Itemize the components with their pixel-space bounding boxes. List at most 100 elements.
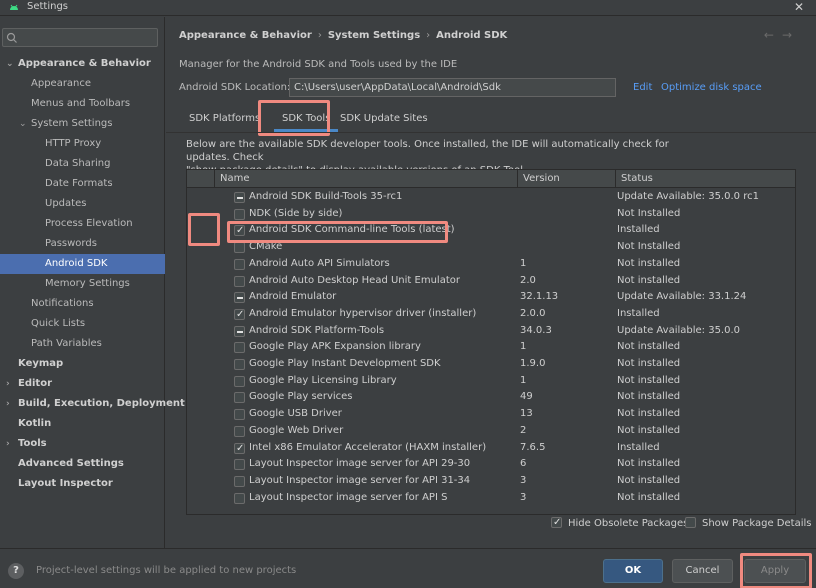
column-header-version[interactable]: Version bbox=[517, 170, 615, 188]
table-row[interactable]: Google Play services 49 Not installed bbox=[187, 389, 795, 406]
row-name: CMake bbox=[249, 241, 283, 253]
tree-item-system-settings[interactable]: ⌄ System Settings bbox=[0, 114, 165, 134]
chevron-right-icon: › bbox=[6, 379, 10, 389]
table-row[interactable]: Android Auto Desktop Head Unit Emulator 2… bbox=[187, 273, 795, 290]
forward-arrow-icon[interactable]: → bbox=[782, 28, 800, 42]
column-header-status[interactable]: Status bbox=[615, 170, 795, 188]
row-status: Not installed bbox=[617, 391, 681, 403]
row-checkbox[interactable] bbox=[234, 375, 245, 387]
table-row[interactable]: Android Emulator hypervisor driver (inst… bbox=[187, 306, 795, 323]
row-checkbox[interactable] bbox=[234, 441, 245, 457]
row-version: 1 bbox=[520, 341, 527, 353]
tree-item-appearance-behavior[interactable]: ⌄ Appearance & Behavior bbox=[0, 54, 165, 74]
row-checkbox[interactable] bbox=[234, 459, 245, 471]
show-package-details-option[interactable]: Show Package Details bbox=[685, 516, 811, 532]
row-checkbox[interactable] bbox=[234, 223, 245, 239]
hide-obsolete-checkbox[interactable] bbox=[551, 515, 562, 531]
tree-item-build-execution-deployment[interactable]: › Build, Execution, Deployment bbox=[0, 394, 185, 414]
tree-item-memory-settings[interactable]: Memory Settings bbox=[0, 274, 165, 294]
table-row[interactable]: Google USB Driver 13 Not installed bbox=[187, 406, 795, 423]
close-icon[interactable]: ✕ bbox=[794, 0, 804, 14]
tree-item-keymap[interactable]: Keymap bbox=[0, 354, 165, 374]
row-checkbox[interactable] bbox=[234, 325, 245, 337]
table-row[interactable]: Layout Inspector image server for API 29… bbox=[187, 456, 795, 473]
table-row[interactable]: Google Play APK Expansion library 1 Not in… bbox=[187, 339, 795, 356]
tree-item-data-sharing[interactable]: Data Sharing bbox=[0, 154, 165, 174]
tree-item-process-elevation[interactable]: Process Elevation bbox=[0, 214, 165, 234]
column-header-name[interactable]: Name bbox=[214, 170, 520, 188]
tree-item-date-formats[interactable]: Date Formats bbox=[0, 174, 165, 194]
row-name: NDK (Side by side) bbox=[249, 207, 343, 219]
row-checkbox[interactable] bbox=[234, 258, 245, 270]
tree-item-quick-lists[interactable]: Quick Lists bbox=[0, 314, 165, 334]
tree-item-layout-inspector[interactable]: Layout Inspector bbox=[0, 474, 165, 494]
row-name: Google Play APK Expansion library bbox=[249, 341, 421, 353]
table-row[interactable]: Android Emulator 32.1.13 Update Available:… bbox=[187, 289, 795, 306]
table-row[interactable]: Google Play Instant Development SDK 1.9.0… bbox=[187, 356, 795, 373]
tree-item-http-proxy[interactable]: HTTP Proxy bbox=[0, 134, 165, 154]
row-version: 32.1.13 bbox=[520, 291, 559, 303]
chevron-down-icon: ⌄ bbox=[6, 59, 14, 69]
tree-item-appearance[interactable]: Appearance bbox=[0, 74, 165, 94]
row-name: Google Play Licensing Library bbox=[249, 374, 397, 386]
table-row[interactable]: Layout Inspector image server for API 31… bbox=[187, 473, 795, 490]
tab-sdk-tools[interactable]: SDK Tools bbox=[274, 108, 339, 132]
tree-item-tools[interactable]: › Tools bbox=[0, 434, 165, 454]
row-status: Update Available: 33.1.24 bbox=[617, 291, 747, 303]
row-checkbox[interactable] bbox=[234, 192, 245, 203]
row-checkbox[interactable] bbox=[234, 307, 245, 323]
settings-search-input[interactable] bbox=[2, 28, 158, 47]
tree-item-path-variables[interactable]: Path Variables bbox=[0, 334, 165, 354]
table-row[interactable]: Android Auto API Simulators 1 Not installe… bbox=[187, 256, 795, 273]
tree-item-notifications[interactable]: Notifications bbox=[0, 294, 165, 314]
breadcrumb-separator: › bbox=[317, 30, 322, 41]
table-row[interactable]: Android SDK Build-Tools 35-rc1 Update Ava… bbox=[187, 189, 795, 206]
row-status: Installed bbox=[617, 441, 660, 453]
apply-button[interactable]: Apply bbox=[744, 559, 806, 583]
table-row[interactable]: Intel x86 Emulator Accelerator (HAXM ins… bbox=[187, 440, 795, 457]
row-checkbox[interactable] bbox=[234, 359, 245, 370]
row-checkbox[interactable] bbox=[234, 342, 245, 354]
hide-obsolete-packages-option[interactable]: Hide Obsolete Packages bbox=[551, 515, 688, 532]
tree-item-passwords[interactable]: Passwords bbox=[0, 234, 165, 254]
row-checkbox[interactable] bbox=[234, 208, 245, 220]
row-checkbox[interactable] bbox=[234, 475, 245, 487]
title-bar: Settings ✕ bbox=[0, 0, 816, 16]
row-checkbox[interactable] bbox=[234, 242, 245, 254]
table-row[interactable]: Google Web Driver 2 Not installed bbox=[187, 423, 795, 440]
table-row[interactable]: CMake Not Installed bbox=[187, 239, 795, 256]
tree-item-editor[interactable]: › Editor bbox=[0, 374, 165, 394]
row-checkbox[interactable] bbox=[234, 425, 245, 437]
sdk-location-input[interactable] bbox=[289, 78, 616, 97]
table-row[interactable]: Google Play Licensing Library 1 Not instal… bbox=[187, 373, 795, 390]
settings-sidebar: ⌄ Appearance & Behavior Appearance Menus… bbox=[0, 17, 185, 548]
tab-sdk-platforms[interactable]: SDK Platforms bbox=[189, 108, 260, 132]
row-version: 2 bbox=[520, 424, 527, 436]
ok-button[interactable]: OK bbox=[603, 559, 663, 583]
tree-item-advanced-settings[interactable]: Advanced Settings bbox=[0, 454, 165, 474]
tree-item-menus-toolbars[interactable]: Menus and Toolbars bbox=[0, 94, 165, 114]
edit-link[interactable]: Edit bbox=[633, 82, 652, 93]
back-arrow-icon[interactable]: ← bbox=[764, 28, 782, 42]
show-package-details-checkbox[interactable] bbox=[685, 517, 696, 528]
row-checkbox[interactable] bbox=[234, 275, 245, 287]
tree-item-updates[interactable]: Updates bbox=[0, 194, 165, 214]
tab-divider bbox=[166, 132, 816, 133]
tab-sdk-update-sites[interactable]: SDK Update Sites bbox=[340, 108, 428, 132]
tree-item-android-sdk[interactable]: Android SDK bbox=[0, 254, 165, 274]
row-checkbox[interactable] bbox=[234, 292, 245, 304]
table-row[interactable]: Android SDK Command-line Tools (latest) I… bbox=[187, 222, 795, 239]
table-row[interactable]: Android SDK Platform-Tools 34.0.3 Update A… bbox=[187, 323, 795, 340]
row-checkbox[interactable] bbox=[234, 392, 245, 404]
cancel-button[interactable]: Cancel bbox=[672, 559, 733, 583]
tree-item-kotlin[interactable]: Kotlin bbox=[0, 414, 165, 434]
table-row[interactable]: Layout Inspector image server for API S 3… bbox=[187, 490, 795, 507]
help-icon[interactable]: ? bbox=[8, 563, 24, 579]
row-version: 3 bbox=[520, 474, 527, 486]
row-status: Not installed bbox=[617, 358, 681, 369]
table-row[interactable]: NDK (Side by side) Not Installed bbox=[187, 206, 795, 223]
row-checkbox[interactable] bbox=[234, 492, 245, 504]
row-name: Android SDK Platform-Tools bbox=[249, 324, 385, 336]
row-checkbox[interactable] bbox=[234, 409, 245, 421]
optimize-disk-space-link[interactable]: Optimize disk space bbox=[661, 82, 762, 93]
